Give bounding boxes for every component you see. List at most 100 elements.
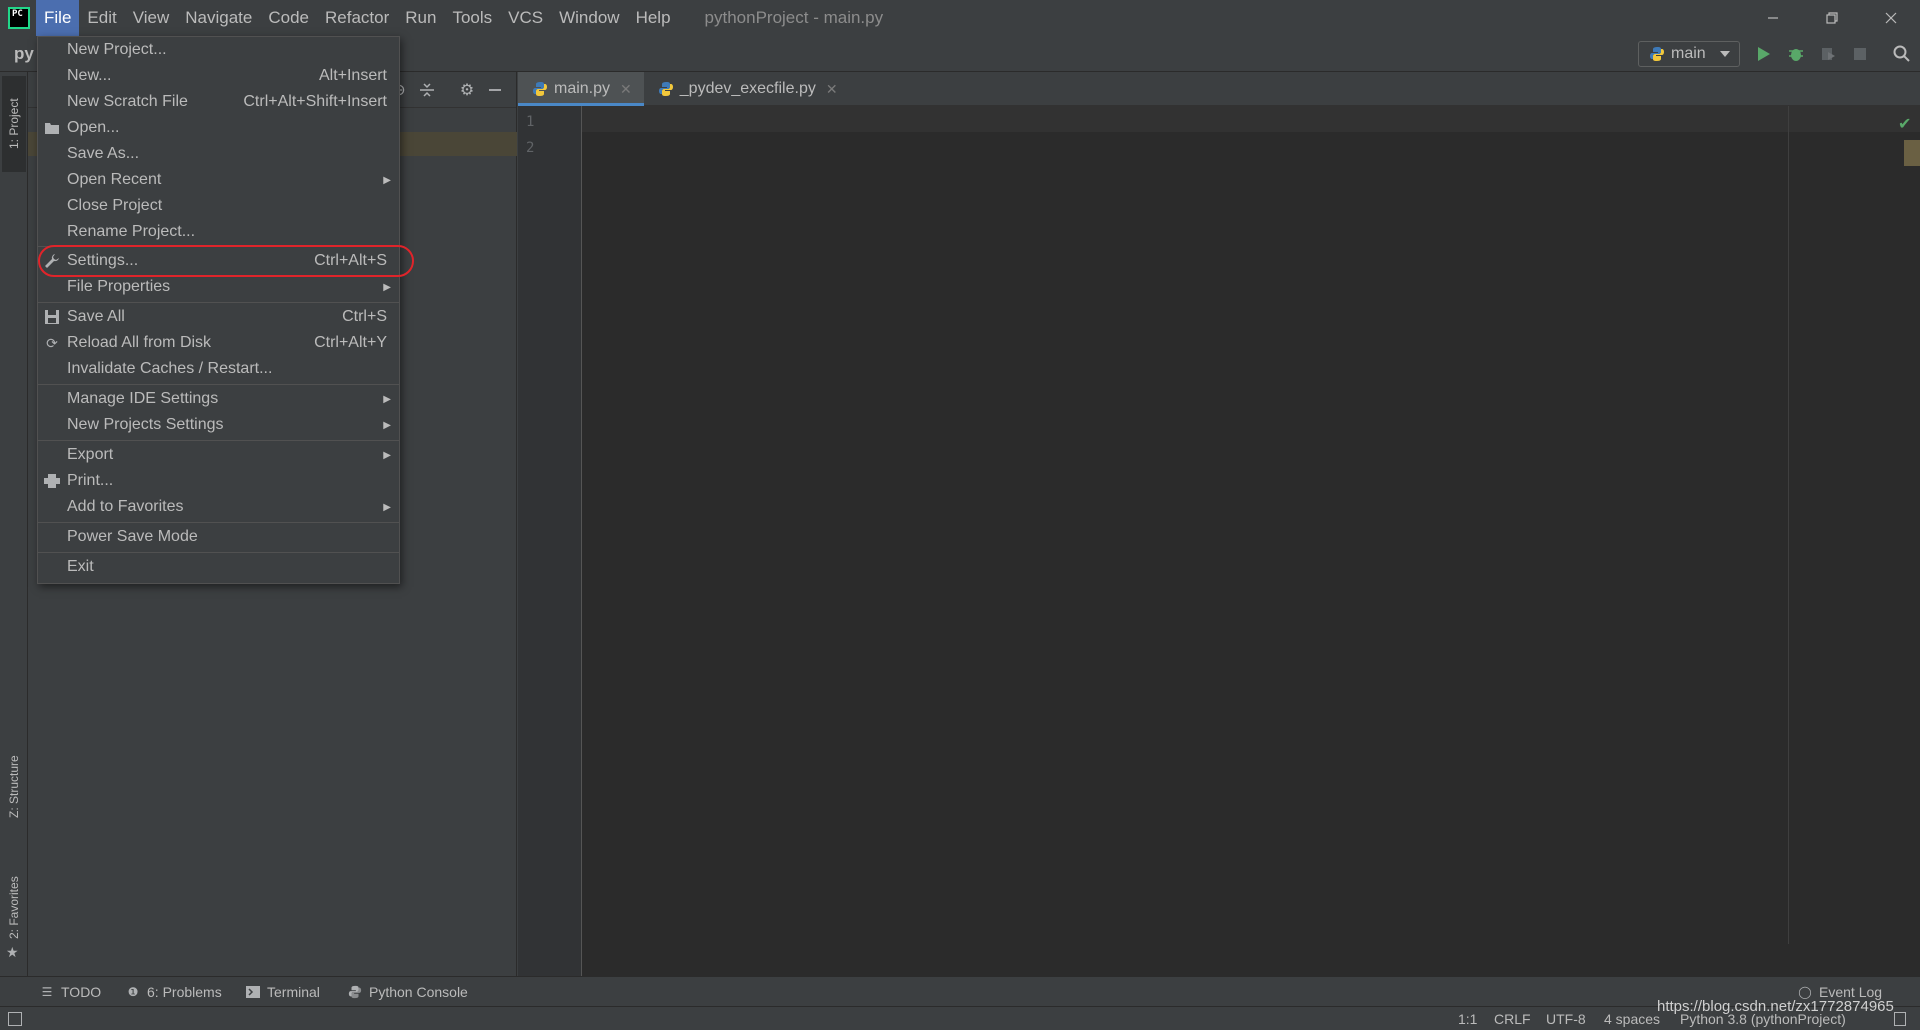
indent-setting[interactable]: 4 spaces — [1604, 1011, 1660, 1027]
menu-open[interactable]: Open... — [38, 115, 399, 141]
menu-run[interactable]: Run — [397, 0, 444, 36]
python-file-icon — [533, 82, 547, 96]
menu-separator — [38, 440, 399, 441]
file-encoding[interactable]: UTF-8 — [1546, 1011, 1586, 1027]
menu-separator — [38, 246, 399, 247]
file-menu-dropdown: New Project... New... Alt+Insert New Scr… — [37, 36, 414, 584]
editor-area: main.py ✕ _pydev_execfile.py ✕ 1 2 ✔ — [518, 72, 1920, 976]
gear-icon[interactable]: ⚙ — [458, 81, 476, 99]
debug-button[interactable] — [1786, 44, 1806, 64]
tab-main-py[interactable]: main.py ✕ — [518, 72, 644, 106]
tab-structure[interactable]: Z: Structure — [2, 732, 26, 842]
menu-new-scratch-file[interactable]: New Scratch File Ctrl+Alt+Shift+Insert — [38, 89, 399, 115]
editor-tabs: main.py ✕ _pydev_execfile.py ✕ — [518, 72, 1920, 106]
submenu-arrow-icon: ▶ — [383, 174, 391, 186]
menu-new-project[interactable]: New Project... — [38, 37, 399, 63]
tab-pydev-execfile[interactable]: _pydev_execfile.py ✕ — [644, 72, 850, 106]
menu-code[interactable]: Code — [260, 0, 317, 36]
right-margin-guide — [1788, 106, 1789, 944]
project-breadcrumb[interactable]: py — [14, 44, 34, 64]
menu-edit[interactable]: Edit — [79, 0, 124, 36]
stop-button[interactable] — [1850, 44, 1870, 64]
menu-separator — [38, 522, 399, 523]
python-file-icon — [658, 82, 673, 96]
tab-label: _pydev_execfile.py — [679, 80, 816, 97]
menu-view[interactable]: View — [125, 0, 178, 36]
menu-vcs[interactable]: VCS — [500, 0, 551, 36]
watermark-url: https://blog.csdn.net/zx1772874965 — [1657, 998, 1894, 1015]
hide-panel-icon[interactable] — [486, 81, 504, 99]
run-button[interactable] — [1754, 44, 1774, 64]
list-icon: ☰ — [41, 985, 53, 999]
python-icon — [1650, 47, 1664, 61]
line-number-gutter: 1 2 — [518, 106, 582, 976]
restore-button[interactable] — [1803, 0, 1861, 36]
line-separator[interactable]: CRLF — [1494, 1011, 1531, 1027]
menu-refactor[interactable]: Refactor — [317, 0, 397, 36]
menu-rename-project[interactable]: Rename Project... — [38, 219, 399, 245]
menu-navigate[interactable]: Navigate — [177, 0, 260, 36]
menu-separator — [38, 384, 399, 385]
menu-add-to-favorites[interactable]: Add to Favorites ▶ — [38, 494, 399, 520]
line-number: 2 — [526, 140, 535, 156]
menu-file[interactable]: File — [36, 0, 80, 36]
caret-position[interactable]: 1:1 — [1458, 1011, 1477, 1027]
menu-save-all[interactable]: Save All Ctrl+S — [38, 304, 399, 330]
tool-todo[interactable]: ☰ TODO — [40, 984, 102, 1000]
submenu-arrow-icon: ▶ — [383, 449, 391, 461]
menu-invalidate-caches[interactable]: Invalidate Caches / Restart... — [38, 356, 399, 382]
terminal-icon — [246, 985, 260, 999]
tab-favorites[interactable]: 2: Favorites — [2, 858, 26, 958]
menu-manage-ide-settings[interactable]: Manage IDE Settings ▶ — [38, 386, 399, 412]
left-tool-stripe: 1: Project Z: Structure 2: Favorites ★ — [0, 72, 28, 1000]
search-icon — [1893, 45, 1910, 62]
stop-icon — [1854, 48, 1866, 60]
info-icon: ❶ — [127, 985, 139, 999]
run-configuration-selector[interactable]: main — [1638, 41, 1740, 67]
menu-file-properties[interactable]: File Properties ▶ — [38, 274, 399, 300]
menu-help[interactable]: Help — [628, 0, 679, 36]
submenu-arrow-icon: ▶ — [383, 281, 391, 293]
scrollbar-marker[interactable] — [1904, 140, 1920, 166]
close-icon — [1885, 12, 1897, 24]
menu-exit[interactable]: Exit — [38, 554, 399, 580]
bottom-tool-bar: ☰ TODO ❶ 6: Problems Terminal Python Con… — [0, 976, 1920, 1006]
tab-project[interactable]: 1: Project — [2, 76, 26, 172]
menu-new[interactable]: New... Alt+Insert — [38, 63, 399, 89]
menu-export[interactable]: Export ▶ — [38, 442, 399, 468]
menu-close-project[interactable]: Close Project — [38, 193, 399, 219]
tool-terminal[interactable]: Terminal — [246, 984, 320, 1000]
print-icon — [43, 472, 61, 490]
tool-problems[interactable]: ❶ 6: Problems — [126, 984, 222, 1000]
menu-separator — [38, 552, 399, 553]
menu-reload-all[interactable]: ⟳ Reload All from Disk Ctrl+Alt+Y — [38, 330, 399, 356]
python-icon — [348, 985, 362, 999]
menu-power-save-mode[interactable]: Power Save Mode — [38, 524, 399, 550]
event-log-icon: ◯ — [1798, 985, 1812, 999]
save-icon — [43, 308, 61, 326]
run-with-coverage-button[interactable] — [1818, 44, 1838, 64]
collapse-all-icon[interactable] — [418, 81, 436, 99]
bug-icon — [1789, 49, 1803, 61]
lock-icon[interactable] — [1894, 1012, 1906, 1026]
current-line-highlight — [582, 106, 1920, 132]
menu-save-as[interactable]: Save As... — [38, 141, 399, 167]
minimize-button[interactable] — [1744, 0, 1802, 36]
menu-tools[interactable]: Tools — [444, 0, 500, 36]
submenu-arrow-icon: ▶ — [383, 393, 391, 405]
close-tab-icon[interactable]: ✕ — [826, 81, 838, 98]
check-icon: ✔ — [1898, 116, 1912, 133]
close-window-button[interactable] — [1862, 0, 1920, 36]
tool-python-console[interactable]: Python Console — [348, 984, 468, 1000]
search-everywhere-button[interactable] — [1892, 44, 1912, 64]
menu-open-recent[interactable]: Open Recent ▶ — [38, 167, 399, 193]
menu-print[interactable]: Print... — [38, 468, 399, 494]
wrench-icon — [43, 252, 61, 270]
menu-settings[interactable]: Settings... Ctrl+Alt+S — [38, 248, 399, 274]
menu-window[interactable]: Window — [551, 0, 627, 36]
toggle-tool-windows-icon[interactable] — [8, 1012, 22, 1026]
window-title: pythonProject - main.py — [704, 8, 884, 27]
menu-new-projects-settings[interactable]: New Projects Settings ▶ — [38, 412, 399, 438]
submenu-arrow-icon: ▶ — [383, 501, 391, 513]
close-tab-icon[interactable]: ✕ — [620, 81, 632, 98]
